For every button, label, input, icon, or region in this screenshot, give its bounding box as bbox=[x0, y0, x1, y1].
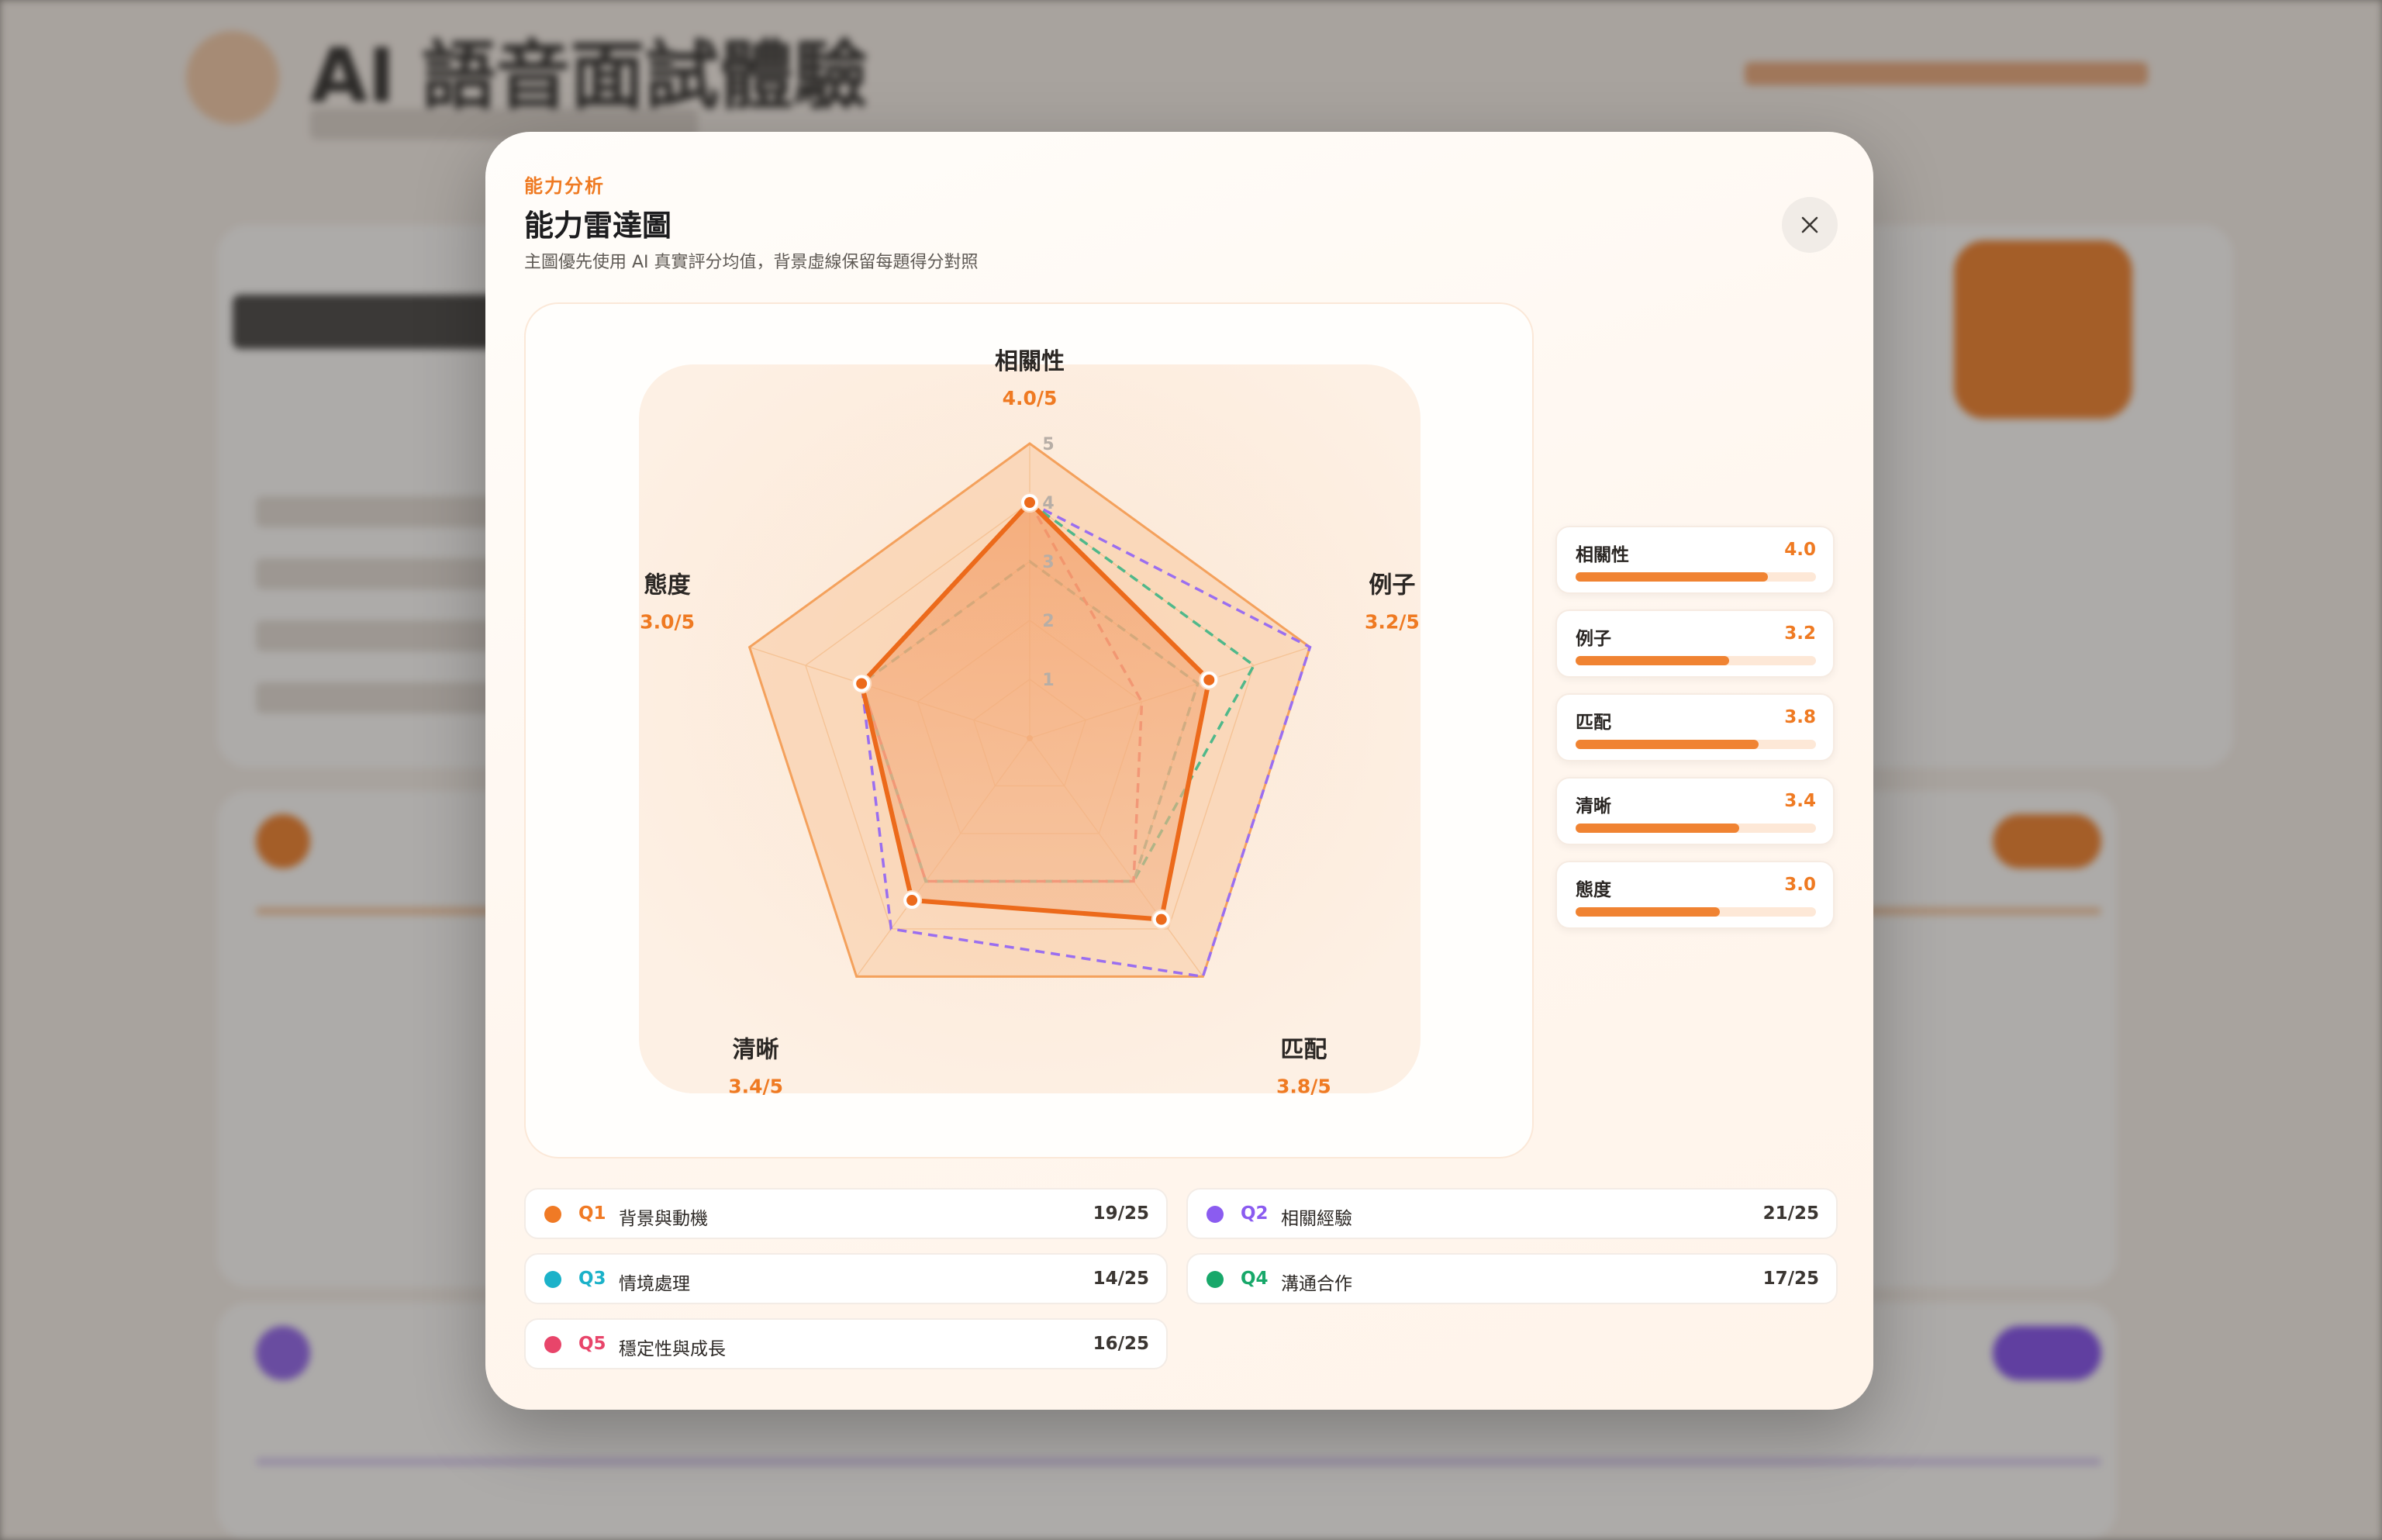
legend-code: Q5 bbox=[578, 1334, 606, 1354]
question-legend-q5[interactable]: Q5 穩定性與成長 16/25 bbox=[524, 1318, 1168, 1369]
close-icon bbox=[1801, 216, 1818, 233]
modal-eyebrow: 能力分析 bbox=[524, 175, 605, 197]
score-bar-track bbox=[1576, 740, 1816, 749]
legend-score: 19/25 bbox=[1093, 1203, 1149, 1224]
legend-name: 相關經驗 bbox=[1281, 1209, 1352, 1229]
legend-score: 17/25 bbox=[1762, 1269, 1819, 1289]
legend-score: 14/25 bbox=[1093, 1269, 1149, 1289]
radar-axis-label: 清晰 bbox=[733, 1036, 779, 1063]
legend-dot bbox=[1207, 1271, 1224, 1288]
score-bar-value: 3.8 bbox=[1784, 707, 1816, 727]
radar-tick-label: 1 bbox=[1042, 671, 1054, 690]
legend-score: 21/25 bbox=[1762, 1203, 1819, 1224]
radar-point bbox=[1203, 674, 1215, 685]
radar-axis-value: 4.0/5 bbox=[1003, 387, 1058, 409]
score-bar-relevance: 相關性 4.0 bbox=[1555, 526, 1835, 594]
legend-name: 溝通合作 bbox=[1281, 1274, 1352, 1294]
score-bar-attitude: 態度 3.0 bbox=[1555, 861, 1835, 929]
score-bar-value: 3.4 bbox=[1784, 791, 1816, 811]
radar-tick-label: 5 bbox=[1042, 435, 1054, 454]
score-bar-clarity: 清晰 3.4 bbox=[1555, 777, 1835, 845]
radar-tick-label: 3 bbox=[1042, 553, 1054, 572]
legend-name: 情境處理 bbox=[619, 1274, 690, 1294]
radar-axis-label: 相關性 bbox=[995, 348, 1065, 375]
radar-axis-value: 3.0/5 bbox=[640, 611, 695, 634]
radar-axis-label: 例子 bbox=[1369, 572, 1415, 599]
radar-axis-value: 3.8/5 bbox=[1276, 1075, 1331, 1097]
score-bar-track bbox=[1576, 656, 1816, 665]
radar-point bbox=[856, 678, 868, 689]
radar-axis-value: 3.2/5 bbox=[1365, 611, 1420, 634]
score-bar-match: 匹配 3.8 bbox=[1555, 693, 1835, 761]
score-bar-fill bbox=[1576, 740, 1759, 749]
radar-axis-label: 匹配 bbox=[1280, 1036, 1327, 1063]
legend-score: 16/25 bbox=[1093, 1334, 1149, 1354]
legend-name: 背景與動機 bbox=[619, 1209, 708, 1229]
ability-analysis-modal: 能力分析 能力雷達圖 主圖優先使用 AI 真實評分均值，背景虛線保留每題得分對照… bbox=[485, 132, 1873, 1410]
legend-dot bbox=[544, 1271, 561, 1288]
score-bar-fill bbox=[1576, 824, 1739, 833]
score-bar-label: 清晰 bbox=[1576, 796, 1611, 817]
question-legend-q2[interactable]: Q2 相關經驗 21/25 bbox=[1186, 1188, 1838, 1239]
radar-chart: 1 2 3 4 5 相關性 4.0/5 例子 3.2/5 匹配 3.8/5 清晰 3.4/5 態度 3.0… bbox=[639, 348, 1421, 1097]
score-bar-value: 4.0 bbox=[1784, 540, 1816, 560]
question-legend-q1[interactable]: Q1 背景與動機 19/25 bbox=[524, 1188, 1168, 1239]
legend-name: 穩定性與成長 bbox=[619, 1339, 726, 1359]
radar-point bbox=[1155, 913, 1167, 925]
score-bar-fill bbox=[1576, 656, 1730, 665]
score-bar-label: 態度 bbox=[1576, 880, 1611, 900]
score-bar-label: 匹配 bbox=[1576, 713, 1611, 733]
radar-point bbox=[1024, 497, 1035, 508]
score-bars: 相關性 4.0 例子 3.2 匹配 3.8 清晰 3.4 態度 3.0 bbox=[1555, 526, 1835, 944]
legend-code: Q4 bbox=[1241, 1269, 1269, 1289]
legend-dot bbox=[544, 1206, 561, 1223]
score-bar-track bbox=[1576, 572, 1816, 582]
score-bar-value: 3.0 bbox=[1784, 875, 1816, 895]
legend-code: Q3 bbox=[578, 1269, 606, 1289]
legend-code: Q1 bbox=[578, 1203, 606, 1224]
radar-tick-label: 4 bbox=[1042, 494, 1054, 513]
radar-point bbox=[906, 895, 918, 906]
close-button[interactable] bbox=[1782, 197, 1838, 253]
score-bar-fill bbox=[1576, 572, 1768, 582]
score-bar-track bbox=[1576, 824, 1816, 833]
radar-axis-value: 3.4/5 bbox=[728, 1075, 783, 1097]
question-legend-q3[interactable]: Q3 情境處理 14/25 bbox=[524, 1253, 1168, 1304]
legend-dot bbox=[1207, 1206, 1224, 1223]
question-legend-q4[interactable]: Q4 溝通合作 17/25 bbox=[1186, 1253, 1838, 1304]
score-bar-examples: 例子 3.2 bbox=[1555, 609, 1835, 678]
legend-code: Q2 bbox=[1241, 1203, 1269, 1224]
score-bar-label: 相關性 bbox=[1576, 545, 1629, 565]
radar-axis-label: 態度 bbox=[644, 572, 691, 599]
radar-tick-label: 2 bbox=[1042, 612, 1054, 631]
score-bar-track bbox=[1576, 907, 1816, 917]
modal-title: 能力雷達圖 bbox=[524, 209, 672, 243]
modal-subtitle: 主圖優先使用 AI 真實評分均值，背景虛線保留每題得分對照 bbox=[524, 253, 979, 272]
score-bar-fill bbox=[1576, 907, 1720, 917]
legend-dot bbox=[544, 1336, 561, 1353]
score-bar-label: 例子 bbox=[1576, 629, 1611, 649]
score-bar-value: 3.2 bbox=[1784, 623, 1816, 644]
radar-chart-card: 1 2 3 4 5 相關性 4.0/5 例子 3.2/5 匹配 3.8/5 清晰 3.4/5 態度 3.0… bbox=[524, 302, 1534, 1158]
